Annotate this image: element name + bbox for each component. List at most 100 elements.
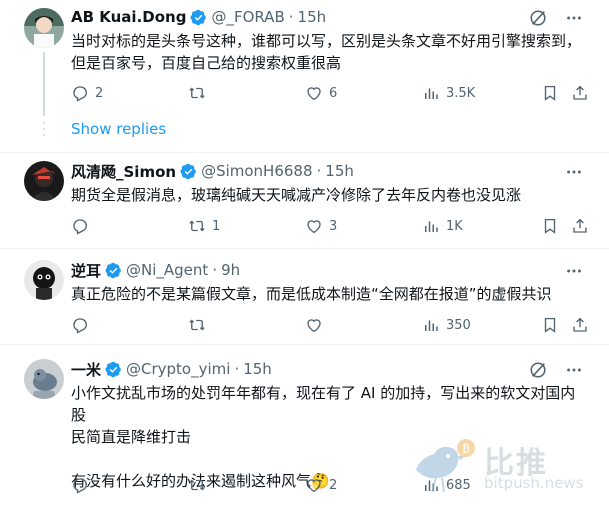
handle[interactable]: @Ni_Agent [126, 261, 208, 279]
share-button[interactable] [571, 216, 589, 236]
retweet-button[interactable] [188, 475, 212, 495]
views-icon [425, 88, 438, 99]
tweet-2[interactable]: 风清飏_Simon @SimonH6688 · 15h 期货全是假消息，玻璃纯碱… [0, 153, 609, 248]
views-button[interactable]: 350 [422, 315, 471, 335]
retweet-icon [189, 220, 205, 232]
timestamp[interactable]: 15h [243, 360, 272, 378]
more-icon[interactable] [565, 9, 583, 27]
like-count: 2 [329, 477, 338, 493]
display-name[interactable]: AB Kuai.Dong [71, 8, 186, 26]
tweet-header: 逆耳 @Ni_Agent · 9h [71, 259, 240, 281]
retweet-button[interactable] [188, 83, 212, 103]
reply-icon [73, 219, 87, 235]
retweet-icon [189, 479, 205, 491]
share-button[interactable] [571, 83, 589, 103]
tweet-header: 风清飏_Simon @SimonH6688 · 15h [71, 160, 354, 182]
tweet-header: 一米 @Crypto_yimi · 15h [71, 358, 272, 380]
verified-badge-icon [180, 163, 196, 179]
bookmark-button[interactable] [541, 315, 559, 335]
share-button[interactable] [571, 315, 589, 335]
reply-icon [73, 478, 87, 494]
handle[interactable]: @_FORAB [211, 8, 284, 26]
reply-button[interactable]: 2 [71, 83, 103, 103]
heart-icon [307, 87, 321, 101]
reply-icon [73, 318, 87, 334]
bookmark-icon [544, 317, 556, 333]
retweet-icon [189, 87, 205, 99]
avatar[interactable] [24, 359, 64, 399]
tweet-header: AB Kuai.Dong @_FORAB · 15h [71, 6, 326, 28]
like-count: 3 [329, 218, 338, 234]
verified-badge-icon [105, 361, 121, 377]
reply-button[interactable] [71, 315, 95, 335]
retweet-button[interactable] [188, 315, 212, 335]
views-button[interactable]: 3.5K [422, 83, 475, 103]
tweet-actions: 350 [71, 315, 589, 335]
timestamp[interactable]: 15h [325, 162, 354, 180]
view-count: 350 [446, 317, 471, 333]
bookmark-button[interactable] [541, 216, 559, 236]
share-icon [573, 85, 587, 100]
tweet-3[interactable]: 逆耳 @Ni_Agent · 9h 真正危险的不是某篇假文章，而是低成本制造“全… [0, 249, 609, 344]
views-button[interactable]: 1K [422, 216, 463, 236]
retweet-count: 1 [212, 218, 221, 234]
tweet-actions: 1 3 1K [71, 216, 589, 236]
watermark: ₿ 比推 bitpush.news [410, 434, 600, 504]
bookmark-icon [544, 85, 556, 101]
bookmark-button[interactable] [541, 83, 559, 103]
reply-icon [73, 86, 87, 102]
retweet-icon [189, 319, 205, 331]
bookmark-icon [544, 218, 556, 234]
bird-logo-icon: ₿ [416, 439, 475, 493]
display-name[interactable]: 逆耳 [71, 260, 101, 281]
separator-dot: · [212, 261, 218, 279]
display-name[interactable]: 风清飏_Simon [71, 161, 176, 182]
heart-icon [307, 319, 321, 333]
tweet-text: 期货全是假消息，玻璃纯碱天天喊减产冷修除了去年反内卷也没见涨 [71, 186, 522, 204]
timestamp[interactable]: 15h [298, 8, 327, 26]
heart-icon [307, 479, 321, 493]
reply-button[interactable] [71, 216, 95, 236]
reply-count: 2 [95, 85, 104, 101]
tweet-actions: 2 6 3.5K [71, 83, 589, 103]
reply-button[interactable] [71, 475, 95, 495]
verified-badge-icon [105, 262, 121, 278]
view-count: 3.5K [446, 85, 476, 101]
display-name[interactable]: 一米 [71, 359, 101, 380]
retweet-button[interactable]: 1 [188, 216, 220, 236]
verified-badge-icon [190, 9, 207, 25]
svg-text:₿: ₿ [462, 442, 470, 455]
tweet-1[interactable]: AB Kuai.Dong @_FORAB · 15h 当时对标的是头条号这种，谁… [0, 0, 609, 152]
tweet-text: 真正危险的不是某篇假文章，而是低成本制造“全网都在报道”的虚假共识 [71, 285, 552, 303]
handle[interactable]: @Crypto_yimi [126, 360, 230, 378]
avatar[interactable] [24, 8, 64, 48]
avatar[interactable] [24, 161, 64, 201]
watermark-en: bitpush.news [484, 474, 584, 492]
tweet-text: 当时对标的是头条号这种，谁都可以写，区别是头条文章不好用引擎搜索到， 但是百家号… [71, 32, 582, 72]
view-count: 1K [446, 218, 463, 234]
thread-dots [42, 122, 46, 140]
grok-icon[interactable] [529, 361, 547, 379]
like-button[interactable] [305, 315, 329, 335]
views-icon [425, 221, 438, 232]
share-icon [573, 317, 587, 332]
heart-icon [307, 220, 321, 234]
show-replies-link[interactable]: Show replies [71, 120, 166, 138]
grok-icon[interactable] [529, 9, 547, 27]
more-icon[interactable] [565, 361, 583, 379]
avatar[interactable] [24, 260, 64, 300]
like-button[interactable]: 6 [305, 83, 337, 103]
like-button[interactable]: 2 [305, 475, 337, 495]
separator-dot: · [316, 162, 322, 180]
timestamp[interactable]: 9h [221, 261, 240, 279]
handle[interactable]: @SimonH6688 [201, 162, 312, 180]
separator-dot: · [288, 8, 294, 26]
more-icon[interactable] [565, 262, 583, 280]
more-icon[interactable] [565, 163, 583, 181]
like-count: 6 [329, 85, 338, 101]
thread-line [43, 52, 45, 116]
like-button[interactable]: 3 [305, 216, 337, 236]
separator-dot: · [234, 360, 240, 378]
views-icon [425, 320, 438, 331]
share-icon [573, 218, 587, 233]
